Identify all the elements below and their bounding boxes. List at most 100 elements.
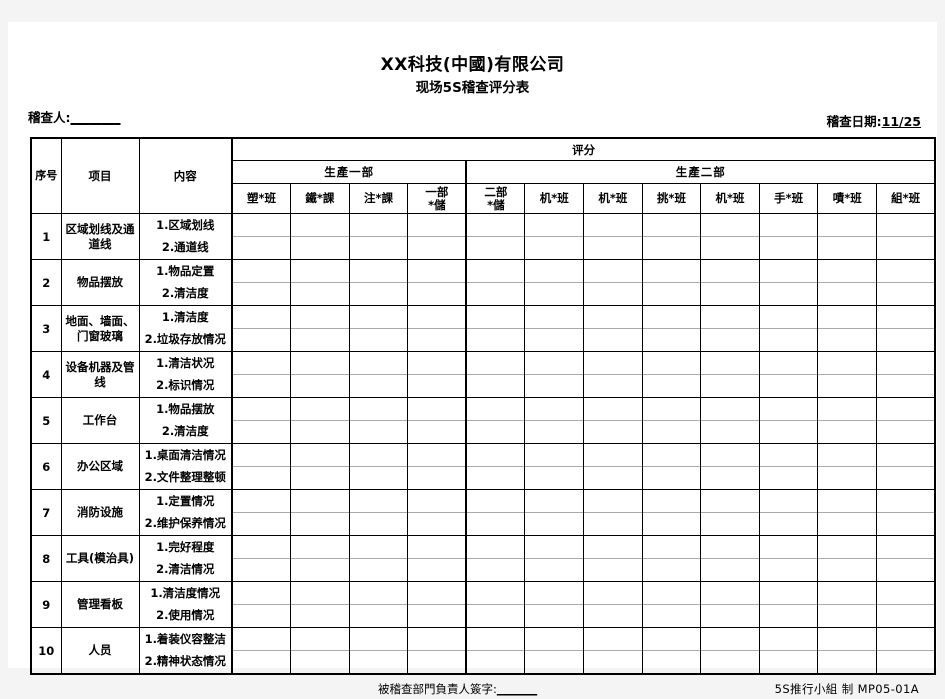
score-cell-upper[interactable] [349,261,408,283]
score-cell-upper[interactable] [818,399,877,421]
score-cell-upper[interactable] [291,353,349,375]
score-cell-lower[interactable] [877,329,934,351]
score-cell-lower[interactable] [818,513,876,535]
score-cell-upper[interactable] [759,307,818,329]
score-cell[interactable] [817,627,878,675]
score-cell[interactable] [876,397,936,444]
score-cell-upper[interactable] [408,583,466,605]
score-cell-upper[interactable] [701,583,759,605]
score-cell-upper[interactable] [818,537,877,559]
score-cell-lower[interactable] [408,375,465,397]
score-cell[interactable] [758,259,819,306]
score-cell-upper[interactable] [642,353,701,375]
score-cell-lower[interactable] [233,237,290,259]
score-cell-upper[interactable] [467,583,525,605]
score-cell-upper[interactable] [584,215,642,237]
score-cell[interactable] [700,627,760,675]
score-cell-upper[interactable] [233,353,291,375]
score-cell-upper[interactable] [408,445,466,467]
score-cell[interactable] [348,627,409,675]
score-cell-lower[interactable] [233,605,290,627]
score-cell[interactable] [290,213,350,260]
score-cell[interactable] [407,397,467,444]
signature-value[interactable]: _______ [497,682,537,696]
score-cell-upper[interactable] [818,261,877,283]
score-cell-lower[interactable] [701,421,759,443]
score-cell[interactable] [524,351,585,398]
score-cell-upper[interactable] [701,215,759,237]
score-cell-lower[interactable] [760,375,818,397]
score-cell[interactable] [465,489,526,536]
score-cell-upper[interactable] [877,307,935,329]
score-cell-lower[interactable] [291,559,349,581]
score-cell-lower[interactable] [643,467,701,489]
score-cell[interactable] [524,259,585,306]
score-cell-upper[interactable] [525,583,584,605]
score-cell-upper[interactable] [291,491,349,513]
score-cell[interactable] [758,581,819,628]
score-cell-upper[interactable] [759,261,818,283]
score-cell-upper[interactable] [467,399,525,421]
score-cell[interactable] [407,535,467,582]
score-cell-lower[interactable] [467,283,524,305]
score-cell-lower[interactable] [818,467,876,489]
score-cell-upper[interactable] [584,261,642,283]
score-cell-lower[interactable] [350,605,408,627]
score-cell-upper[interactable] [291,261,349,283]
score-cell-lower[interactable] [643,513,701,535]
score-cell[interactable] [758,305,819,352]
score-cell-upper[interactable] [584,353,642,375]
score-cell[interactable] [583,259,643,306]
score-cell-lower[interactable] [818,651,876,673]
score-cell-upper[interactable] [877,629,935,651]
score-cell-lower[interactable] [643,605,701,627]
score-cell[interactable] [348,535,409,582]
score-cell-lower[interactable] [701,651,759,673]
score-cell-lower[interactable] [877,421,934,443]
score-cell[interactable] [583,489,643,536]
score-cell-lower[interactable] [818,559,876,581]
score-cell-lower[interactable] [877,513,934,535]
score-cell[interactable] [231,627,292,675]
score-cell-upper[interactable] [584,583,642,605]
score-cell-lower[interactable] [760,513,818,535]
score-cell[interactable] [290,489,350,536]
score-cell[interactable] [876,213,936,260]
score-cell-upper[interactable] [584,491,642,513]
score-cell-upper[interactable] [877,445,935,467]
score-cell-upper[interactable] [233,629,291,651]
score-cell[interactable] [700,443,760,490]
score-cell-lower[interactable] [584,605,642,627]
score-cell[interactable] [583,397,643,444]
score-cell[interactable] [465,351,526,398]
score-cell[interactable] [524,397,585,444]
score-cell[interactable] [465,627,526,675]
score-cell[interactable] [231,397,292,444]
score-cell-upper[interactable] [467,629,525,651]
score-cell-upper[interactable] [525,445,584,467]
score-cell-lower[interactable] [350,559,408,581]
score-cell-upper[interactable] [759,583,818,605]
score-cell[interactable] [407,259,467,306]
score-cell-lower[interactable] [760,283,818,305]
score-cell-lower[interactable] [291,283,349,305]
score-cell-lower[interactable] [877,237,934,259]
score-cell[interactable] [465,443,526,490]
score-cell-upper[interactable] [467,353,525,375]
score-cell-lower[interactable] [584,513,642,535]
score-cell-lower[interactable] [525,421,583,443]
score-cell-lower[interactable] [760,329,818,351]
score-cell-upper[interactable] [701,537,759,559]
score-cell-upper[interactable] [349,215,408,237]
score-cell-upper[interactable] [525,629,584,651]
score-cell-lower[interactable] [467,605,524,627]
score-cell-upper[interactable] [642,399,701,421]
score-cell-lower[interactable] [233,421,290,443]
score-cell-upper[interactable] [584,537,642,559]
score-cell-upper[interactable] [642,583,701,605]
score-cell-lower[interactable] [525,605,583,627]
score-cell-lower[interactable] [350,375,408,397]
score-cell-upper[interactable] [408,261,466,283]
score-cell-upper[interactable] [233,583,291,605]
score-cell-lower[interactable] [525,237,583,259]
